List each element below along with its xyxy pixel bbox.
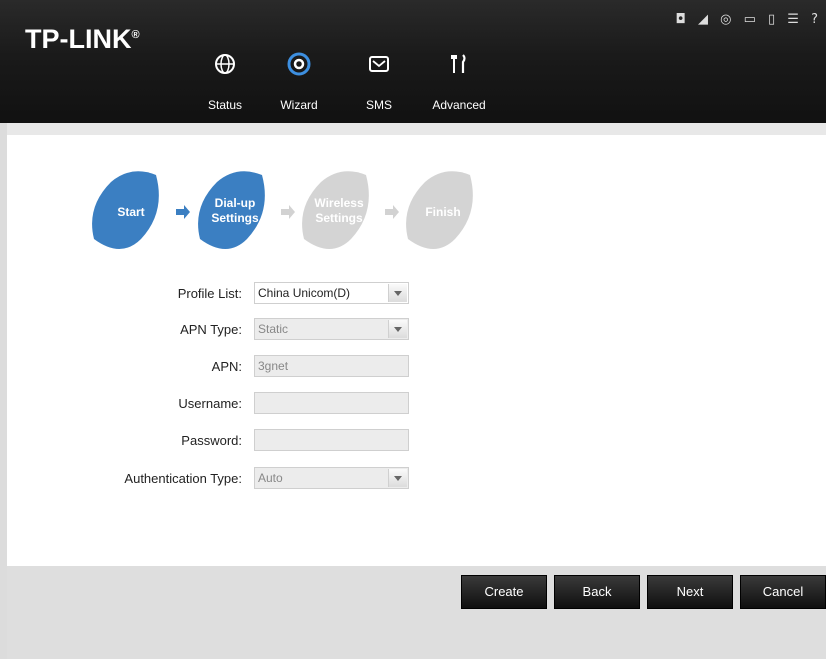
next-button[interactable]: Next — [647, 575, 733, 609]
chevron-down-icon — [388, 284, 407, 302]
username-input[interactable] — [254, 392, 409, 414]
step-wireless-label-1: Wireless — [314, 196, 364, 210]
tools-icon — [429, 50, 489, 78]
step-dialup-label-2: Settings — [211, 211, 259, 225]
profile-list-label: Profile List: — [177, 286, 242, 301]
status-icons-bar: ◘ ◢ ◎ ▭ ▯ ☰ ? — [675, 12, 822, 27]
apn-label: APN: — [211, 359, 242, 374]
tp-link-logo: TP-LINK® — [25, 24, 140, 54]
username-label: Username: — [178, 396, 242, 411]
step-finish-label: Finish — [425, 205, 460, 219]
auth-type-select[interactable]: Auto — [254, 467, 409, 489]
profile-list-value: China Unicom(D) — [258, 286, 351, 300]
nav-sms-label: SMS — [365, 98, 392, 112]
globe-icon — [195, 50, 255, 78]
step-arrow-1 — [176, 205, 190, 219]
apn-type-value: Static — [258, 322, 289, 336]
apn-value: 3gnet — [258, 359, 289, 373]
auth-type-label: Authentication Type: — [124, 471, 242, 486]
nav-wizard[interactable]: Wizard — [269, 50, 329, 112]
step-arrow-3 — [385, 205, 399, 219]
password-row: Password: — [0, 429, 420, 453]
apn-type-select[interactable]: Static — [254, 318, 409, 340]
content-top-strip — [7, 123, 826, 135]
wizard-gear-icon — [269, 50, 329, 78]
nav-status[interactable]: Status — [195, 50, 255, 112]
apn-input[interactable]: 3gnet — [254, 355, 409, 377]
cancel-button[interactable]: Cancel — [740, 575, 826, 609]
apn-type-label: APN Type: — [180, 322, 242, 337]
nav-sms[interactable]: SMS — [349, 50, 409, 112]
auth-type-row: Authentication Type: Auto — [0, 467, 420, 491]
step-arrow-2 — [281, 205, 295, 219]
chevron-down-icon — [388, 320, 407, 338]
back-button[interactable]: Back — [554, 575, 640, 609]
nav-advanced[interactable]: Advanced — [429, 50, 489, 112]
nav-advanced-label: Advanced — [432, 98, 486, 112]
envelope-icon — [349, 50, 409, 78]
step-start-label: Start — [117, 205, 144, 219]
wizard-steps: Start Dial-up Settings Wireless Settings… — [92, 171, 473, 249]
step-dialup-label-1: Dial-up — [215, 196, 256, 210]
left-border — [0, 123, 7, 659]
top-header: TP-LINK® ◘ ◢ ◎ ▭ ▯ ☰ ? Status Wizard SMS… — [0, 0, 826, 123]
chevron-down-icon — [388, 469, 407, 487]
password-label: Password: — [181, 433, 242, 448]
password-input[interactable] — [254, 429, 409, 451]
nav-wizard-label: Wizard — [280, 98, 318, 112]
profile-list-select[interactable]: China Unicom(D) — [254, 282, 409, 304]
apn-row: APN: 3gnet — [0, 355, 420, 379]
username-row: Username: — [0, 392, 420, 416]
nav-status-label: Status — [207, 98, 243, 112]
create-button[interactable]: Create — [461, 575, 547, 609]
profile-list-row: Profile List: China Unicom(D) — [0, 282, 420, 306]
apn-type-row: APN Type: Static — [0, 318, 420, 342]
step-wireless-label-2: Settings — [315, 211, 363, 225]
auth-type-value: Auto — [258, 471, 283, 485]
